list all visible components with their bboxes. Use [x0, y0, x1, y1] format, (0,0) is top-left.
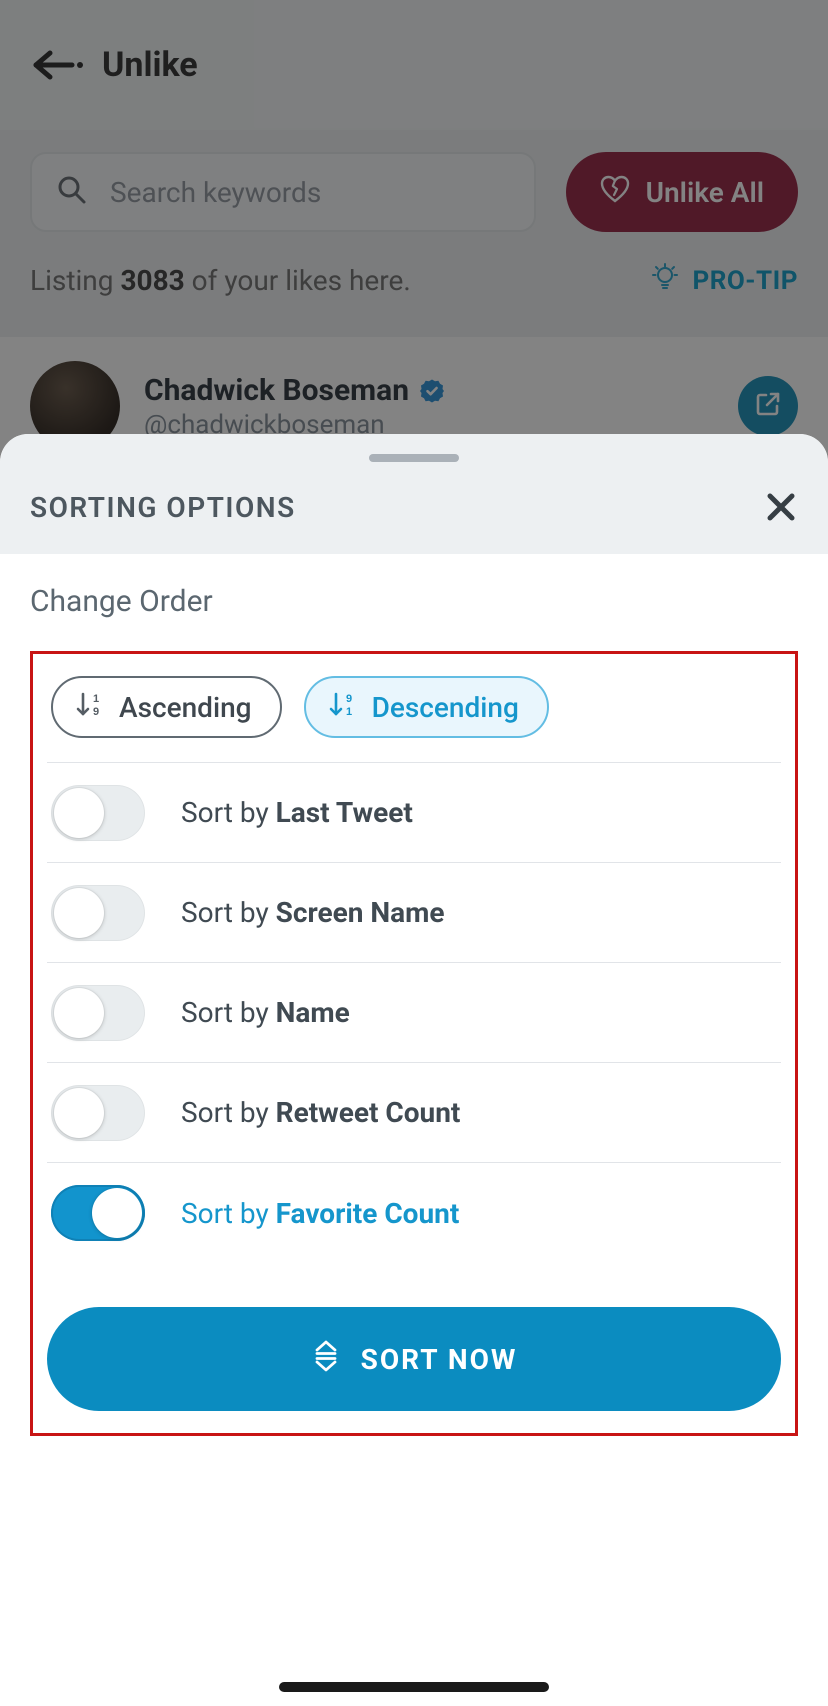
sort-option-favorite-count[interactable]: Sort by Favorite Count: [47, 1163, 781, 1263]
sort-option-retweet-count[interactable]: Sort by Retweet Count: [47, 1063, 781, 1163]
toggle-name[interactable]: [51, 985, 145, 1041]
close-button[interactable]: [764, 490, 798, 524]
toggle-favorite-count[interactable]: [51, 1185, 145, 1241]
toggle-retweet-count[interactable]: [51, 1085, 145, 1141]
sort-asc-icon: 19: [75, 690, 105, 725]
tutorial-highlight: 19 Ascending 91 Descending Sort by Last …: [30, 651, 798, 1436]
sort-option-label: Sort by Name: [181, 996, 350, 1029]
toggle-screen-name[interactable]: [51, 885, 145, 941]
sort-option-label: Sort by Last Tweet: [181, 796, 413, 829]
sheet-title: SORTING OPTIONS: [30, 491, 296, 524]
sort-option-label: Sort by Screen Name: [181, 896, 444, 929]
close-icon: [764, 490, 798, 524]
svg-text:9: 9: [93, 706, 99, 718]
sort-now-label: SORT NOW: [361, 1343, 518, 1376]
sheet-grab-handle[interactable]: [369, 454, 459, 462]
sort-now-button[interactable]: SORT NOW: [47, 1307, 781, 1411]
sort-option-screen-name[interactable]: Sort by Screen Name: [47, 863, 781, 963]
sorting-sheet: SORTING OPTIONS Change Order 19 Ascendin…: [0, 434, 828, 1706]
svg-text:9: 9: [346, 693, 352, 705]
sort-desc-icon: 91: [328, 690, 358, 725]
descending-label: Descending: [372, 691, 519, 724]
ascending-label: Ascending: [119, 691, 252, 724]
sort-icon: [311, 1339, 341, 1380]
svg-text:1: 1: [346, 706, 352, 718]
toggle-last-tweet[interactable]: [51, 785, 145, 841]
svg-text:1: 1: [93, 693, 99, 705]
ascending-pill[interactable]: 19 Ascending: [51, 676, 282, 738]
change-order-label: Change Order: [30, 584, 798, 619]
sort-option-name[interactable]: Sort by Name: [47, 963, 781, 1063]
sheet-body: Change Order 19 Ascending 91 Descending: [0, 554, 828, 1706]
sort-option-label: Sort by Retweet Count: [181, 1096, 460, 1129]
sheet-header: SORTING OPTIONS: [0, 434, 828, 554]
descending-pill[interactable]: 91 Descending: [304, 676, 549, 738]
sort-options-list: Sort by Last Tweet Sort by Screen Name S…: [47, 762, 781, 1263]
sort-option-last-tweet[interactable]: Sort by Last Tweet: [47, 763, 781, 863]
order-pills: 19 Ascending 91 Descending: [47, 676, 781, 738]
home-indicator[interactable]: [279, 1682, 549, 1692]
sort-option-label: Sort by Favorite Count: [181, 1197, 459, 1230]
